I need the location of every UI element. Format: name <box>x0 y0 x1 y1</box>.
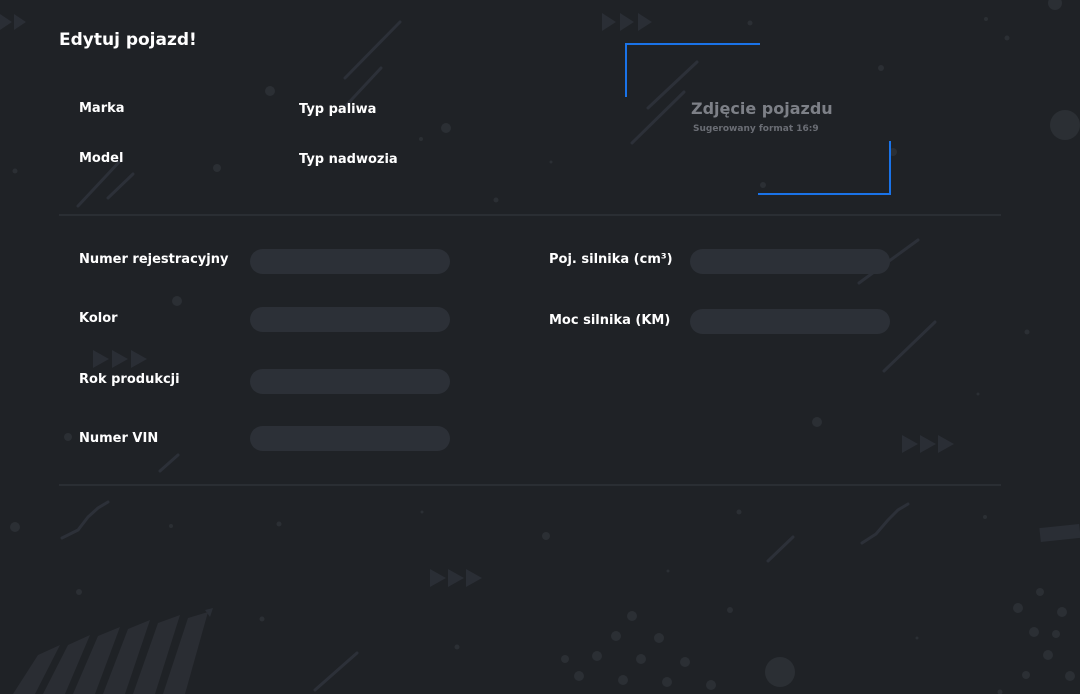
engine-capacity-input[interactable] <box>690 249 890 274</box>
engine-capacity-label: Poj. silnika (cm³) <box>549 252 673 267</box>
photo-format-hint: Sugerowany format 16:9 <box>693 124 819 134</box>
background-decoration <box>0 0 1080 694</box>
photo-frame-corner-bottom-right <box>758 141 891 195</box>
color-label: Kolor <box>79 311 118 326</box>
photo-frame-corner-top-left <box>625 43 760 97</box>
registration-number-label: Numer rejestracyjny <box>79 252 229 267</box>
body-type-label: Typ nadwozia <box>299 152 398 167</box>
section-divider-top <box>59 214 1001 216</box>
model-label: Model <box>79 151 124 166</box>
page-title: Edytuj pojazd! <box>59 30 197 50</box>
color-input[interactable] <box>250 307 450 332</box>
production-year-label: Rok produkcji <box>79 372 180 387</box>
play-arrows-decor <box>0 14 12 30</box>
photo-title: Zdjęcie pojazdu <box>691 99 833 118</box>
registration-number-input[interactable] <box>250 249 450 274</box>
production-year-input[interactable] <box>250 369 450 394</box>
fuel-type-label: Typ paliwa <box>299 102 377 117</box>
vin-input[interactable] <box>250 426 450 451</box>
brand-label: Marka <box>79 101 125 116</box>
section-divider-bottom <box>59 484 1001 486</box>
vin-label: Numer VIN <box>79 431 159 446</box>
engine-power-label: Moc silnika (KM) <box>549 313 671 328</box>
engine-power-input[interactable] <box>690 309 890 334</box>
vehicle-photo-upload[interactable]: Zdjęcie pojazdu Sugerowany format 16:9 <box>625 43 891 195</box>
